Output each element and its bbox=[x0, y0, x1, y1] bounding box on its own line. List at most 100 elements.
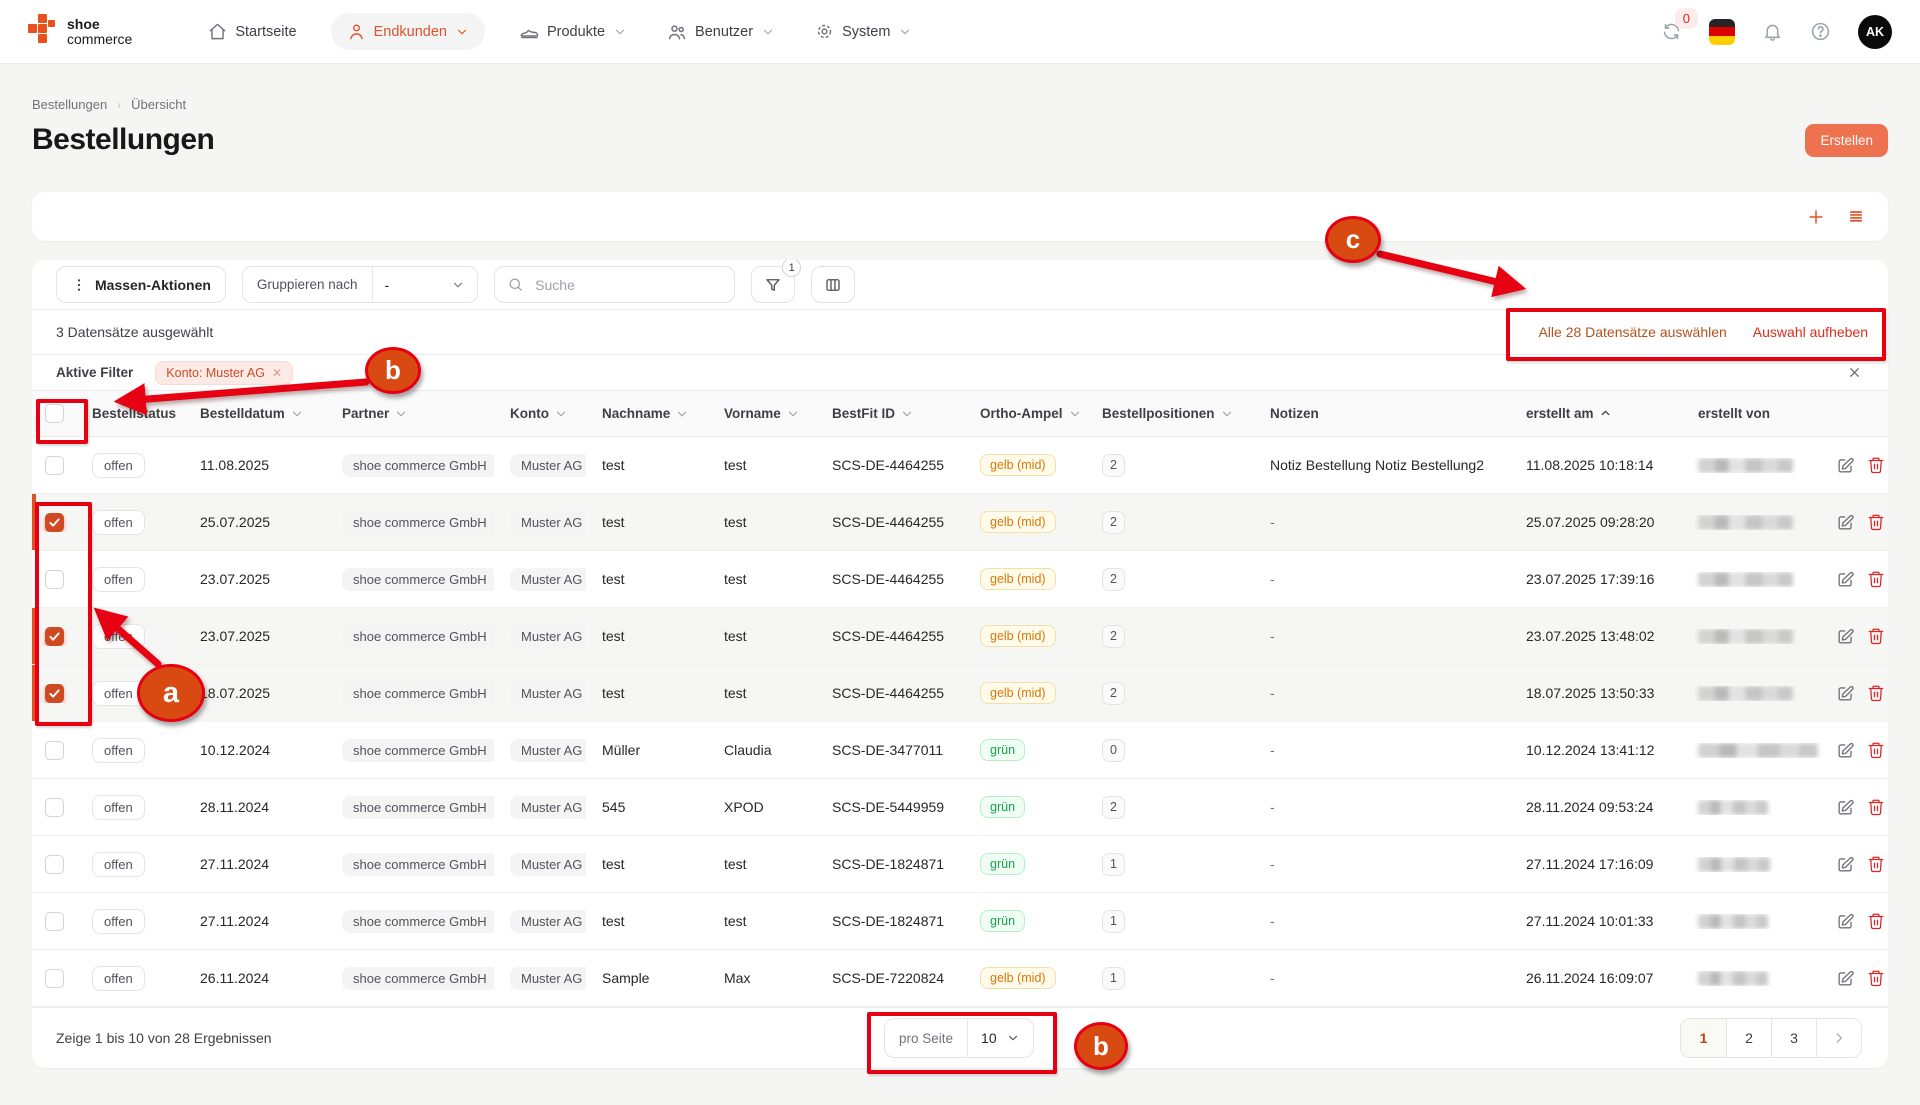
column-header-bestellpositionen[interactable]: Bestellpositionen bbox=[1086, 406, 1254, 421]
navbar-right: 0 AK bbox=[1661, 15, 1892, 49]
cell-ortho-ampel: grün bbox=[964, 853, 1086, 875]
konto-badge: Muster AG bbox=[510, 967, 586, 990]
row-checkbox[interactable] bbox=[45, 741, 64, 760]
nav-item-produkte[interactable]: Produkte bbox=[513, 13, 633, 51]
row-checkbox[interactable] bbox=[45, 456, 64, 475]
page-button-3[interactable]: 3 bbox=[1771, 1019, 1816, 1057]
row-checkbox[interactable] bbox=[45, 513, 64, 532]
column-header-partner[interactable]: Partner bbox=[326, 406, 494, 421]
create-button[interactable]: Erstellen bbox=[1805, 124, 1888, 157]
delete-icon[interactable] bbox=[1867, 627, 1885, 645]
table-row[interactable]: offen27.11.2024shoe commerce GmbHMuster … bbox=[32, 893, 1888, 950]
table-row[interactable]: offen25.07.2025shoe commerce GmbHMuster … bbox=[32, 494, 1888, 551]
edit-icon[interactable] bbox=[1836, 855, 1855, 874]
bulk-actions-button[interactable]: Massen-Aktionen bbox=[56, 266, 226, 303]
ampel-badge: gelb (mid) bbox=[980, 454, 1056, 476]
column-header-erstellt-am[interactable]: erstellt am bbox=[1510, 406, 1682, 421]
row-checkbox[interactable] bbox=[45, 855, 64, 874]
table-row[interactable]: offen27.11.2024shoe commerce GmbHMuster … bbox=[32, 836, 1888, 893]
add-filter-icon[interactable] bbox=[1806, 207, 1826, 227]
filter-presets-icon[interactable] bbox=[1846, 207, 1866, 227]
row-checkbox[interactable] bbox=[45, 912, 64, 931]
breadcrumb-item[interactable]: Bestellungen bbox=[32, 97, 107, 112]
users-icon bbox=[667, 22, 687, 42]
delete-icon[interactable] bbox=[1867, 741, 1885, 759]
chip-remove-icon[interactable]: ✕ bbox=[272, 366, 282, 380]
column-header-ortho-ampel[interactable]: Ortho-Ampel bbox=[964, 406, 1086, 421]
filter-chip-konto[interactable]: Konto: Muster AG ✕ bbox=[155, 361, 293, 385]
nav-item-system[interactable]: System bbox=[809, 13, 918, 50]
select-all-link[interactable]: Alle 28 Datensätze auswählen bbox=[1538, 324, 1726, 340]
table-row[interactable]: offen18.07.2025shoe commerce GmbHMuster … bbox=[32, 665, 1888, 722]
edit-icon[interactable] bbox=[1836, 627, 1855, 646]
notifications-bell-icon[interactable] bbox=[1762, 21, 1783, 42]
column-header-konto[interactable]: Konto bbox=[494, 406, 586, 421]
chevron-down-icon bbox=[451, 278, 465, 292]
cell-bestellpositionen: 2 bbox=[1086, 796, 1254, 819]
cell-bestfit-id: SCS-DE-4464255 bbox=[816, 571, 964, 587]
delete-icon[interactable] bbox=[1867, 912, 1885, 930]
delete-icon[interactable] bbox=[1867, 855, 1885, 873]
row-checkbox[interactable] bbox=[45, 570, 64, 589]
page-button-1[interactable]: 1 bbox=[1681, 1019, 1726, 1057]
column-header-bestfit-id[interactable]: BestFit ID bbox=[816, 406, 964, 421]
nav-item-benutzer[interactable]: Benutzer bbox=[661, 13, 781, 51]
column-header-bestelldatum[interactable]: Bestelldatum bbox=[184, 406, 326, 421]
table-row[interactable]: offen10.12.2024shoe commerce GmbHMuster … bbox=[32, 722, 1888, 779]
cell-bestellstatus: offen bbox=[76, 909, 184, 934]
close-filters-icon[interactable] bbox=[1847, 365, 1862, 380]
edit-icon[interactable] bbox=[1836, 570, 1855, 589]
sync-count-badge: 0 bbox=[1675, 8, 1698, 29]
edit-icon[interactable] bbox=[1836, 912, 1855, 931]
main-nav: Startseite Endkunden Produkte Benutzer Syste… bbox=[202, 13, 918, 51]
next-page-button[interactable] bbox=[1816, 1019, 1861, 1057]
redacted-user-name bbox=[1698, 800, 1768, 815]
cell-bestelldatum: 25.07.2025 bbox=[184, 514, 326, 530]
chevron-down-icon bbox=[613, 25, 627, 39]
row-checkbox[interactable] bbox=[45, 798, 64, 817]
sync-button[interactable]: 0 bbox=[1661, 21, 1682, 42]
column-header-vorname[interactable]: Vorname bbox=[708, 406, 816, 421]
table-row[interactable]: offen23.07.2025shoe commerce GmbHMuster … bbox=[32, 608, 1888, 665]
search-input[interactable] bbox=[533, 276, 722, 294]
row-checkbox[interactable] bbox=[45, 684, 64, 703]
table-row[interactable]: offen26.11.2024shoe commerce GmbHMuster … bbox=[32, 950, 1888, 1007]
per-page-select[interactable]: pro Seite 10 bbox=[884, 1018, 1034, 1058]
edit-icon[interactable] bbox=[1836, 684, 1855, 703]
delete-icon[interactable] bbox=[1867, 798, 1885, 816]
help-icon[interactable] bbox=[1810, 21, 1831, 42]
edit-icon[interactable] bbox=[1836, 741, 1855, 760]
edit-icon[interactable] bbox=[1836, 513, 1855, 532]
row-checkbox[interactable] bbox=[45, 627, 64, 646]
cell-nachname: test bbox=[586, 628, 708, 644]
edit-icon[interactable] bbox=[1836, 798, 1855, 817]
delete-icon[interactable] bbox=[1867, 570, 1885, 588]
cell-bestellstatus: offen bbox=[76, 681, 184, 706]
language-flag-german[interactable] bbox=[1709, 19, 1735, 45]
page-button-2[interactable]: 2 bbox=[1726, 1019, 1771, 1057]
table-row[interactable]: offen23.07.2025shoe commerce GmbHMuster … bbox=[32, 551, 1888, 608]
delete-icon[interactable] bbox=[1867, 684, 1885, 702]
select-all-checkbox[interactable] bbox=[45, 404, 64, 423]
row-checkbox[interactable] bbox=[45, 969, 64, 988]
edit-icon[interactable] bbox=[1836, 456, 1855, 475]
selection-count-text: 3 Datensätze ausgewählt bbox=[56, 324, 213, 340]
nav-item-startseite[interactable]: Startseite bbox=[202, 13, 302, 50]
breadcrumb-item[interactable]: Übersicht bbox=[131, 97, 186, 112]
delete-icon[interactable] bbox=[1867, 969, 1885, 987]
nav-item-endkunden[interactable]: Endkunden bbox=[331, 13, 485, 50]
table-row[interactable]: offen11.08.2025shoe commerce GmbHMuster … bbox=[32, 437, 1888, 494]
clear-selection-link[interactable]: Auswahl aufheben bbox=[1753, 324, 1868, 340]
filter-button[interactable]: 1 bbox=[751, 266, 795, 303]
column-header-nachname[interactable]: Nachname bbox=[586, 406, 708, 421]
columns-button[interactable] bbox=[811, 266, 855, 303]
table-row[interactable]: offen28.11.2024shoe commerce GmbHMuster … bbox=[32, 779, 1888, 836]
edit-icon[interactable] bbox=[1836, 969, 1855, 988]
status-badge: offen bbox=[92, 453, 145, 478]
delete-icon[interactable] bbox=[1867, 513, 1885, 531]
group-by-select[interactable]: Gruppieren nach - bbox=[242, 266, 478, 303]
delete-icon[interactable] bbox=[1867, 456, 1885, 474]
ampel-badge: gelb (mid) bbox=[980, 682, 1056, 704]
brand-logo[interactable]: shoecommerce bbox=[28, 13, 132, 51]
user-avatar[interactable]: AK bbox=[1858, 15, 1892, 49]
